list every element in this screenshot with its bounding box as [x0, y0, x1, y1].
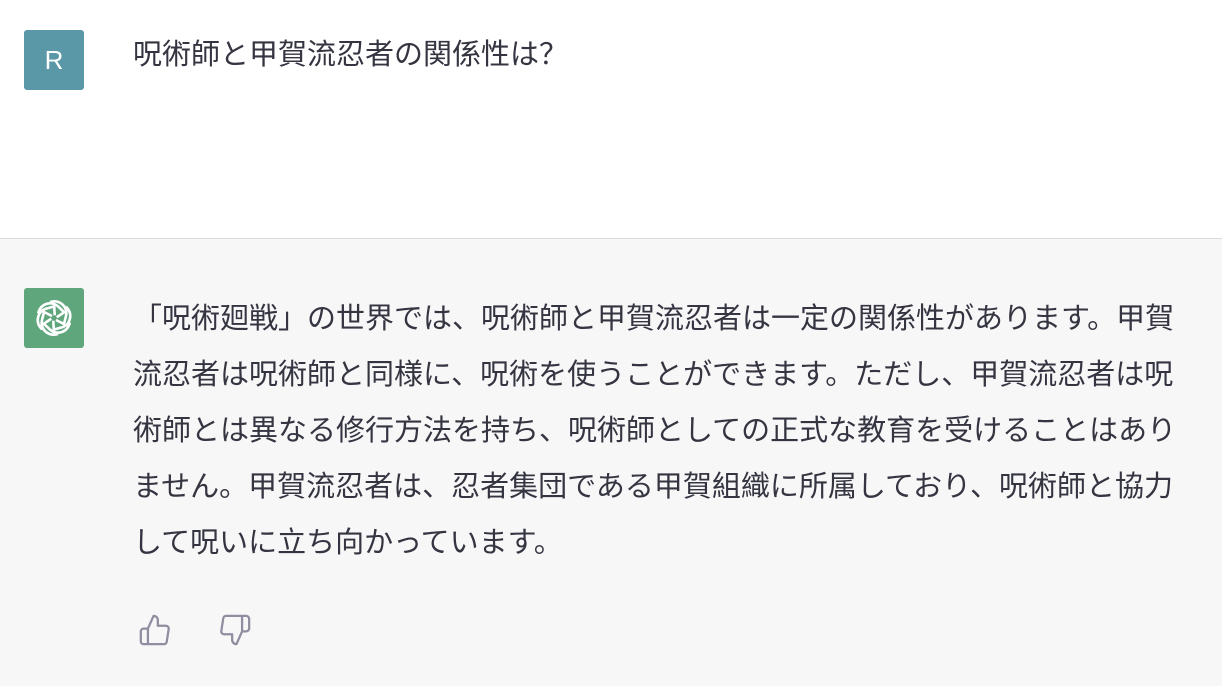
user-avatar: R — [24, 30, 84, 90]
thumbs-up-icon — [139, 614, 170, 646]
feedback-buttons — [138, 613, 252, 647]
user-message-text: 呪術師と甲賀流忍者の関係性は？ — [133, 37, 569, 71]
assistant-avatar — [24, 288, 84, 348]
thumbs-down-button[interactable] — [218, 613, 252, 647]
thumbs-up-button[interactable] — [138, 613, 172, 647]
assistant-message-row: 「呪術廻戦」の世界では、呪術師と甲賀流忍者は一定の関係性があります。甲賀流忍者は… — [0, 239, 1222, 686]
thumbs-down-icon — [220, 614, 251, 646]
user-message-row: R 呪術師と甲賀流忍者の関係性は？ — [0, 0, 1222, 239]
openai-logo-icon — [36, 300, 72, 336]
assistant-message-text: 「呪術廻戦」の世界では、呪術師と甲賀流忍者は一定の関係性があります。甲賀流忍者は… — [133, 301, 1177, 559]
